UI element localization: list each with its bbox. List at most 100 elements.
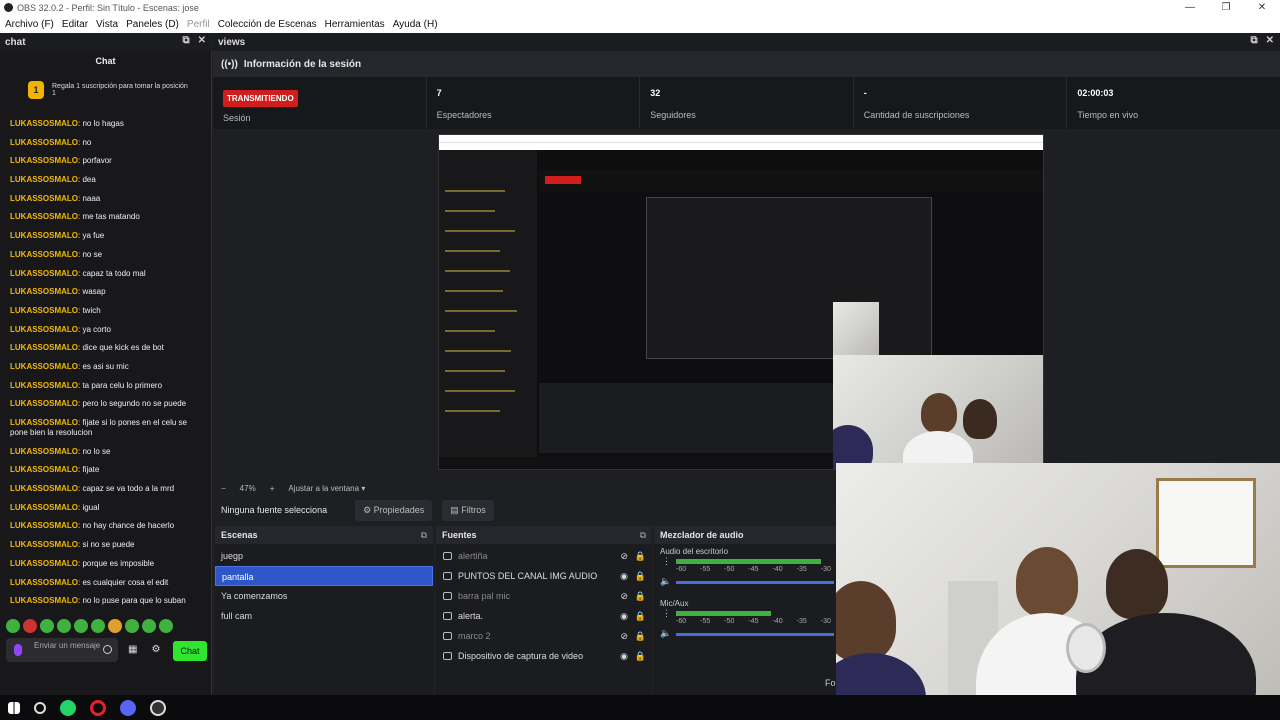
menu-coleccion[interactable]: Colección de Escenas: [218, 19, 317, 30]
chat-username[interactable]: LUKASSOSMALO: [10, 156, 78, 165]
chat-username[interactable]: LUKASSOSMALO: [10, 447, 78, 456]
emote-icon[interactable]: [6, 619, 20, 633]
chat-username[interactable]: LUKASSOSMALO: [10, 269, 78, 278]
chat-username[interactable]: LUKASSOSMALO: [10, 418, 78, 427]
close-dock-icon[interactable]: ✕: [1266, 35, 1274, 46]
opera-icon[interactable]: [90, 699, 106, 716]
obs-icon[interactable]: [150, 699, 166, 716]
menu-herramientas[interactable]: Herramientas: [325, 19, 385, 30]
chat-username[interactable]: LUKASSOSMALO: [10, 503, 78, 512]
source-item[interactable]: Dispositivo de captura de video ◉ 🔒: [436, 646, 652, 666]
chat-username[interactable]: LUKASSOSMALO: [10, 325, 78, 334]
chat-username[interactable]: LUKASSOSMALO: [10, 343, 78, 352]
emote-icon[interactable]: [108, 619, 122, 633]
source-item[interactable]: alertiña ⊘ 🔒: [436, 546, 652, 566]
volume-slider[interactable]: [676, 581, 834, 584]
preview-area[interactable]: [213, 129, 1280, 481]
emote-icon[interactable]: [40, 619, 54, 633]
float-icon[interactable]: ⧉: [421, 526, 427, 544]
emote-icon[interactable]: [91, 619, 105, 633]
scene-item[interactable]: Ya comenzamos: [215, 586, 433, 606]
volume-slider[interactable]: [676, 633, 834, 636]
properties-button[interactable]: ⚙ Propiedades: [355, 499, 433, 521]
fit-window-dropdown[interactable]: Ajustar a la ventana ▾: [288, 484, 365, 493]
zoom-in-button[interactable]: +: [270, 484, 275, 493]
chat-username[interactable]: LUKASSOSMALO: [10, 306, 78, 315]
lock-icon[interactable]: 🔒: [635, 626, 646, 646]
lock-icon[interactable]: 🔒: [635, 546, 646, 566]
eye-icon[interactable]: ◉: [620, 606, 628, 626]
chat-username[interactable]: LUKASSOSMALO: [10, 578, 78, 587]
emote-icon[interactable]: [74, 619, 88, 633]
chat-username[interactable]: LUKASSOSMALO: [10, 212, 78, 221]
chat-username[interactable]: LUKASSOSMALO: [10, 559, 78, 568]
source-item[interactable]: PUNTOS DEL CANAL IMG AUDIO ◉ 🔒: [436, 566, 652, 586]
scene-item-selected[interactable]: pantalla: [215, 566, 433, 586]
emote-icon[interactable]: [159, 619, 173, 633]
float-icon[interactable]: ⧉: [182, 35, 189, 46]
emoji-icon[interactable]: [103, 645, 112, 654]
minimize-button[interactable]: —: [1172, 0, 1208, 15]
chat-username[interactable]: LUKASSOSMALO: [10, 231, 78, 240]
kebab-menu-icon[interactable]: ⋮: [662, 556, 671, 567]
chat-username[interactable]: LUKASSOSMALO: [10, 287, 78, 296]
filters-button[interactable]: ▤ Filtros: [442, 499, 494, 521]
discord-icon[interactable]: [120, 699, 136, 716]
source-item[interactable]: barra pal mic ⊘ 🔒: [436, 586, 652, 606]
menu-perfil[interactable]: Perfil: [187, 19, 210, 30]
chat-username[interactable]: LUKASSOSMALO: [10, 521, 78, 530]
chat-username[interactable]: LUKASSOSMALO: [10, 194, 78, 203]
whatsapp-icon[interactable]: [60, 699, 76, 716]
menu-editar[interactable]: Editar: [62, 19, 88, 30]
kebab-menu-icon[interactable]: ⋮: [662, 608, 671, 619]
chat-username[interactable]: LUKASSOSMALO: [10, 362, 78, 371]
hidden-eye-icon[interactable]: ⊘: [620, 586, 628, 606]
chat-username[interactable]: LUKASSOSMALO: [10, 399, 78, 408]
speaker-icon[interactable]: 🔈: [660, 628, 671, 639]
emote-icon[interactable]: [57, 619, 71, 633]
speaker-icon[interactable]: 🔈: [660, 576, 671, 587]
menu-vista[interactable]: Vista: [96, 19, 118, 30]
chat-username[interactable]: LUKASSOSMALO: [10, 381, 78, 390]
close-button[interactable]: ✕: [1244, 0, 1280, 15]
chat-username[interactable]: LUKASSOSMALO: [10, 484, 78, 493]
program-preview[interactable]: [438, 134, 1044, 470]
chat-username[interactable]: LUKASSOSMALO: [10, 175, 78, 184]
emote-icon[interactable]: [23, 619, 37, 633]
gear-icon[interactable]: ⚙: [151, 644, 160, 655]
lock-icon[interactable]: 🔒: [635, 586, 646, 606]
search-icon[interactable]: [34, 701, 46, 714]
menu-paneles[interactable]: Paneles (D): [126, 19, 179, 30]
menu-archivo[interactable]: Archivo (F): [5, 19, 54, 30]
lock-icon[interactable]: 🔒: [635, 566, 646, 586]
float-icon[interactable]: ⧉: [1250, 35, 1257, 46]
lock-icon[interactable]: 🔒: [635, 646, 646, 666]
source-item[interactable]: alerta. ◉ 🔒: [436, 606, 652, 626]
hidden-eye-icon[interactable]: ⊘: [620, 546, 628, 566]
hidden-eye-icon[interactable]: ⊘: [620, 626, 628, 646]
chat-username[interactable]: LUKASSOSMALO: [10, 540, 78, 549]
eye-icon[interactable]: ◉: [620, 566, 628, 586]
chat-username[interactable]: LUKASSOSMALO: [10, 250, 78, 259]
source-item[interactable]: marco 2 ⊘ 🔒: [436, 626, 652, 646]
zoom-out-button[interactable]: −: [221, 484, 226, 493]
windows-start-icon[interactable]: [8, 701, 20, 714]
chat-username[interactable]: LUKASSOSMALO: [10, 596, 78, 605]
gift-banner[interactable]: 1 Regala 1 suscripción para tomar la pos…: [0, 71, 211, 109]
emote-icon[interactable]: [142, 619, 156, 633]
chat-username[interactable]: LUKASSOSMALO: [10, 138, 78, 147]
eye-icon[interactable]: ◉: [620, 646, 628, 666]
float-icon[interactable]: ⧉: [640, 526, 646, 544]
mic-icon[interactable]: [14, 644, 22, 656]
chat-input[interactable]: Enviar un mensaje: [6, 638, 118, 662]
close-dock-icon[interactable]: ✕: [198, 35, 206, 46]
chat-send-button[interactable]: Chat: [173, 641, 207, 661]
menu-ayuda[interactable]: Ayuda (H): [393, 19, 438, 30]
maximize-button[interactable]: ❐: [1208, 0, 1244, 15]
emote-icon[interactable]: [125, 619, 139, 633]
chat-username[interactable]: LUKASSOSMALO: [10, 119, 78, 128]
store-icon[interactable]: ▦: [128, 644, 137, 655]
lock-icon[interactable]: 🔒: [635, 606, 646, 626]
chat-username[interactable]: LUKASSOSMALO: [10, 465, 78, 474]
scene-item[interactable]: juegp: [215, 546, 433, 566]
